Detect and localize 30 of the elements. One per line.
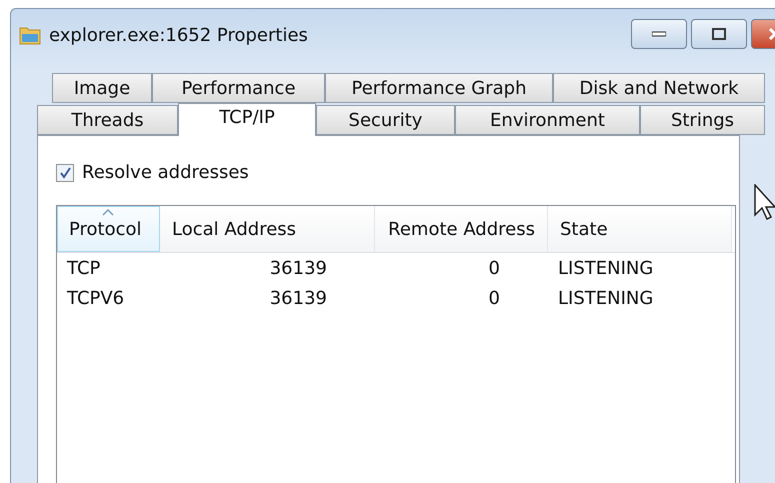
tab[interactable]: Security <box>316 105 455 135</box>
checkbox-label: Resolve addresses <box>82 162 249 183</box>
maximize-button[interactable] <box>691 19 747 49</box>
tab[interactable]: Performance <box>152 73 325 103</box>
mouse-cursor-icon <box>754 184 775 220</box>
tab[interactable]: Image <box>52 73 152 103</box>
table-cell-text: LISTENING <box>557 258 654 278</box>
maximize-icon <box>712 28 726 40</box>
column-header[interactable]: Local Address <box>160 206 375 252</box>
table-cell-text: 0 <box>488 258 501 278</box>
table-cell-text: 0 <box>488 288 501 308</box>
column-header[interactable]: Remote Address <box>375 206 548 252</box>
folder-icon <box>19 25 41 45</box>
table-cell-text: LISTENING <box>557 288 654 308</box>
table-cell-text: 36139 <box>268 288 328 308</box>
table-cell-text: 36139 <box>268 258 328 278</box>
checkbox[interactable] <box>56 164 74 182</box>
tab[interactable]: Strings <box>640 105 765 135</box>
tab[interactable]: TCP/IP <box>178 103 316 136</box>
table-cell-text: TCPV6 <box>66 288 126 308</box>
tab[interactable]: Disk and Network <box>553 73 765 103</box>
column-header[interactable]: State <box>548 206 732 252</box>
tab[interactable]: Performance Graph <box>325 73 553 103</box>
table-cell-text: TCP <box>66 258 102 278</box>
tab[interactable]: Environment <box>455 105 640 135</box>
tab[interactable]: Threads <box>37 105 178 135</box>
window-title: explorer.exe:1652 Properties <box>49 24 309 46</box>
minimize-button[interactable] <box>631 19 687 49</box>
minimize-icon <box>652 31 666 37</box>
column-header[interactable]: Protocol <box>57 206 160 252</box>
